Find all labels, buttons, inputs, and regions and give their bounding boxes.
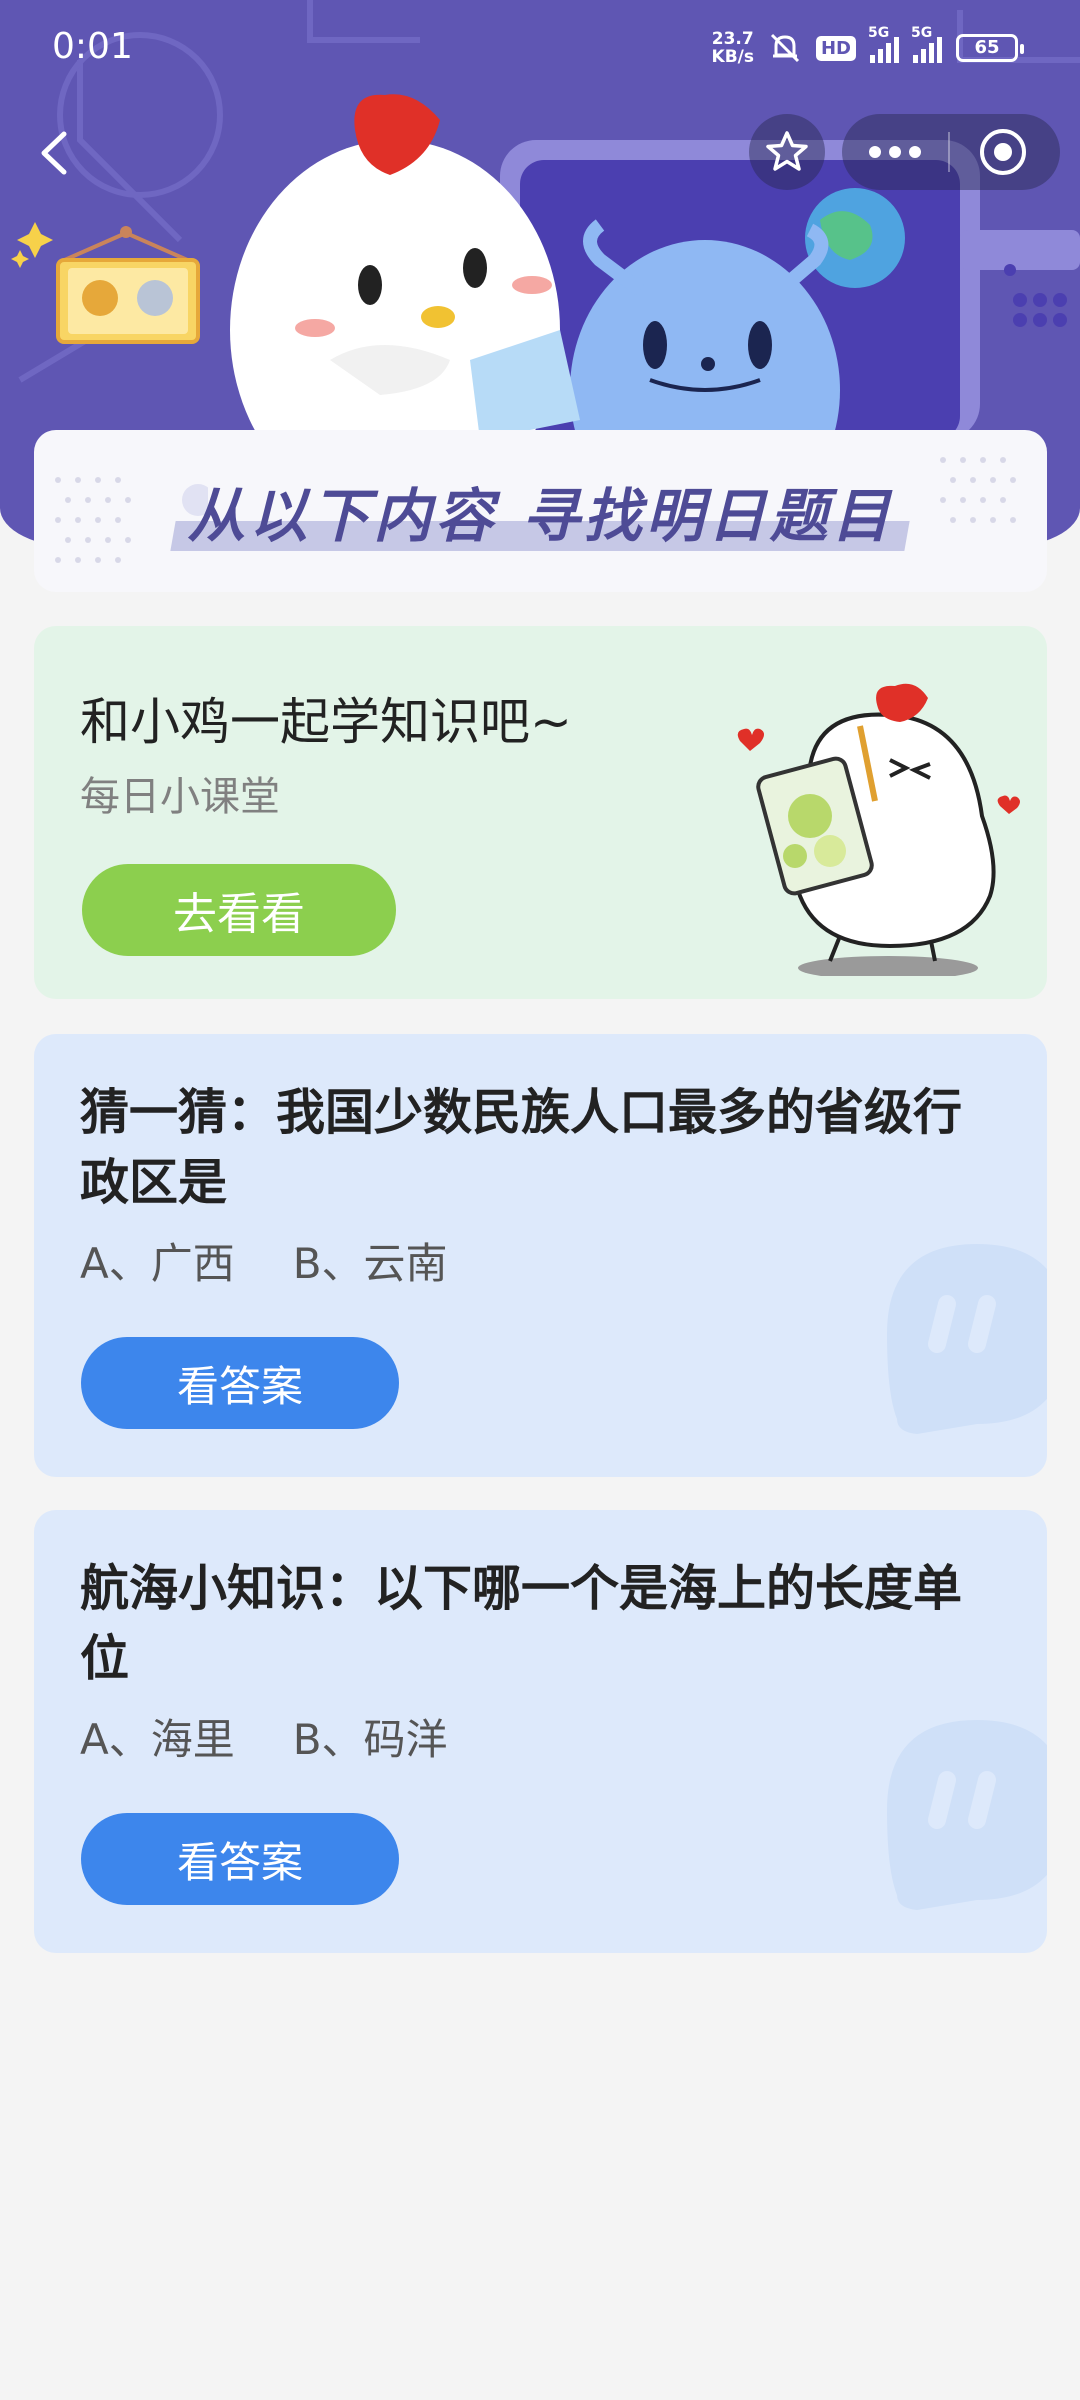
signal-label: 5G (868, 25, 890, 41)
back-button[interactable] (28, 120, 84, 186)
option-b: B、云南 (292, 1239, 448, 1288)
hd-badge: HD (815, 35, 856, 61)
question-card: 航海小知识：以下哪一个是海上的长度单位 A、海里 B、码洋 看答案 (34, 1510, 1047, 1953)
banner-title-plate: 从以下内容 寻找明日题目 (34, 430, 1047, 592)
option-a: A、海里 (80, 1715, 235, 1764)
battery-icon: 65 (956, 34, 1024, 62)
view-answer-button[interactable]: 看答案 (81, 1813, 399, 1905)
network-speed-value: 23.7 (711, 29, 754, 49)
page: 0:01 23.7 KB/s HD 5G 5G 65 从以下内容 寻找明日题目 … (0, 0, 1080, 2400)
signal-label-2: 5G (911, 25, 933, 41)
option-a: A、广西 (80, 1239, 235, 1288)
option-b: B、码洋 (292, 1715, 448, 1764)
chat-bubble-icon (887, 1720, 1047, 1910)
question-options: A、广西 B、云南 (80, 1230, 448, 1291)
learn-card: 和小鸡一起学知识吧~ 每日小课堂 去看看 (34, 626, 1047, 999)
question-text: 猜一猜：我国少数民族人口最多的省级行政区是 (80, 1084, 963, 1211)
question-text: 航海小知识：以下哪一个是海上的长度单位 (80, 1560, 963, 1687)
network-speed-unit: KB/s (711, 47, 754, 67)
learn-card-subtitle: 每日小课堂 (80, 774, 280, 820)
view-answer-button[interactable]: 看答案 (81, 1337, 399, 1429)
more-button[interactable] (842, 114, 948, 190)
target-close-icon (980, 129, 1026, 175)
learn-card-title: 和小鸡一起学知识吧~ (80, 693, 572, 751)
dots-decoration-2 (940, 457, 1016, 523)
go-see-button[interactable]: 去看看 (82, 864, 396, 956)
banner-title: 从以下内容 寻找明日题目 (187, 482, 894, 550)
favorite-button[interactable] (749, 114, 825, 190)
chick-drinking-illustration (737, 683, 1020, 976)
bell-muted-icon (770, 33, 800, 63)
question-options: A、海里 B、码洋 (80, 1706, 448, 1767)
status-bar: 0:01 23.7 KB/s HD 5G 5G 65 (0, 0, 1080, 100)
chevron-left-icon (41, 131, 67, 175)
status-time: 0:01 (52, 26, 133, 67)
close-program-button[interactable] (950, 114, 1056, 190)
star-icon (766, 131, 808, 171)
network-speed: 23.7 KB/s (712, 30, 754, 66)
more-dots-icon (869, 146, 921, 158)
chat-bubble-icon (887, 1244, 1047, 1434)
signal-icon: 5G (868, 25, 899, 63)
status-icons: 23.7 KB/s HD 5G 5G 65 (712, 25, 1024, 66)
mini-program-capsule (842, 114, 1060, 190)
banner-title-wrap: 从以下内容 寻找明日题目 (187, 469, 893, 553)
question-card: 猜一猜：我国少数民族人口最多的省级行政区是 A、广西 B、云南 看答案 (34, 1034, 1047, 1477)
signal-icon-2: 5G (911, 25, 942, 63)
